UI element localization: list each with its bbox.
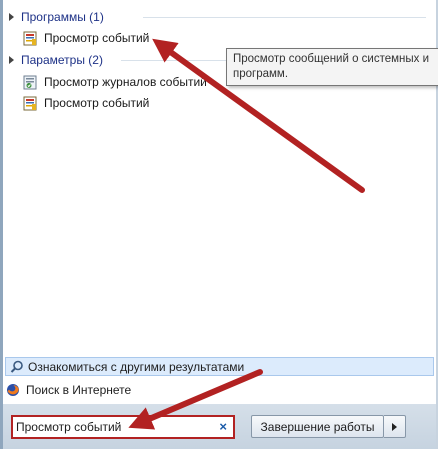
search-icon [10,360,23,373]
group-header-programs[interactable]: Программы (1) [9,8,104,26]
group-header-label: Программы (1) [21,10,104,24]
event-viewer-icon [23,31,37,45]
see-more-results-label: Ознакомиться с другими результатами [28,359,245,374]
shutdown-button[interactable]: Завершение работы [251,415,384,438]
search-input[interactable]: Просмотр событий × [11,415,235,439]
group-divider [121,60,231,61]
shutdown-options-button[interactable] [384,415,406,438]
tooltip-line: программ. [233,68,289,80]
shutdown-label: Завершение работы [260,419,375,434]
search-internet-link[interactable]: Поиск в Интернете [6,380,131,399]
search-internet-label: Поиск в Интернете [26,382,132,397]
firefox-icon [7,383,19,396]
expand-triangle-icon [9,56,14,64]
event-log-settings-icon [23,75,37,89]
group-divider [143,17,426,18]
result-item-event-logs[interactable]: Просмотр журналов событий [23,73,207,91]
see-more-results-link[interactable]: Ознакомиться с другими результатами [5,357,434,376]
result-item-label: Просмотр событий [44,31,150,45]
result-item-label: Просмотр журналов событий [44,75,207,89]
group-header-settings[interactable]: Параметры (2) [9,51,103,69]
clear-search-icon[interactable]: × [219,419,227,434]
result-item-event-viewer[interactable]: Просмотр событий [23,29,149,47]
search-input-value: Просмотр событий [16,420,122,434]
result-item-event-viewer-setting[interactable]: Просмотр событий [23,94,149,112]
chevron-right-icon [392,422,397,431]
tooltip-line: Просмотр сообщений о системных и [233,53,430,65]
description-tooltip: Просмотр сообщений о системных и програм… [226,48,438,86]
group-header-label: Параметры (2) [21,53,103,67]
result-item-label: Просмотр событий [44,96,150,110]
expand-triangle-icon [9,13,14,21]
event-viewer-icon [23,96,37,110]
